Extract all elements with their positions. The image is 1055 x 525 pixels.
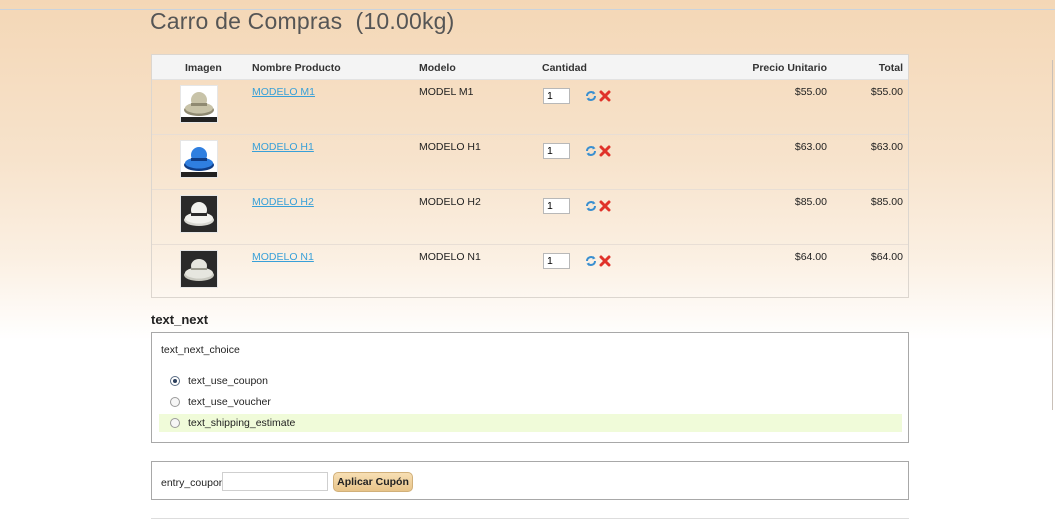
line-total: $55.00 xyxy=(870,86,903,98)
product-thumbnail[interactable] xyxy=(181,141,217,177)
right-divider xyxy=(1052,60,1053,410)
quantity-input[interactable] xyxy=(543,143,570,159)
remove-icon[interactable] xyxy=(599,200,611,212)
coupon-label: entry_coupon xyxy=(161,477,225,489)
option-label: text_use_voucher xyxy=(188,396,271,408)
column-header-unit-price: Precio Unitario xyxy=(752,62,827,74)
quantity-input[interactable] xyxy=(543,253,570,269)
cart-table: Imagen Nombre Producto Modelo Cantidad P… xyxy=(151,54,909,298)
quantity-input[interactable] xyxy=(543,88,570,104)
next-choice-label: text_next_choice xyxy=(161,344,240,356)
product-name-link[interactable]: MODELO N1 xyxy=(252,251,314,263)
column-header-image: Imagen xyxy=(185,62,222,74)
bottom-divider xyxy=(151,518,909,519)
column-header-model: Modelo xyxy=(419,62,456,74)
unit-price: $63.00 xyxy=(794,141,827,153)
product-model: MODELO H1 xyxy=(419,141,481,153)
column-header-total: Total xyxy=(878,62,903,74)
product-name-link[interactable]: MODELO H2 xyxy=(252,196,314,208)
radio-shipping-estimate[interactable] xyxy=(170,418,180,428)
column-header-name: Nombre Producto xyxy=(252,62,341,74)
option-label: text_use_coupon xyxy=(188,375,268,387)
apply-coupon-button[interactable]: Aplicar Cupón xyxy=(333,472,413,492)
unit-price: $85.00 xyxy=(794,196,827,208)
refresh-icon[interactable] xyxy=(585,255,597,267)
page-title: Carro de Compras (10.00kg) xyxy=(150,8,455,34)
unit-price: $64.00 xyxy=(794,251,827,263)
column-header-quantity: Cantidad xyxy=(542,62,587,74)
cart-table-header: Imagen Nombre Producto Modelo Cantidad P… xyxy=(152,55,908,80)
product-thumbnail[interactable] xyxy=(181,86,217,122)
product-model: MODELO N1 xyxy=(419,251,481,263)
table-row: MODELO M1 MODEL M1 $55.00 $55.00 xyxy=(152,80,908,135)
product-model: MODELO H2 xyxy=(419,196,481,208)
coupon-box: entry_coupon Aplicar Cupón xyxy=(151,461,909,500)
product-name-link[interactable]: MODELO H1 xyxy=(252,141,314,153)
option-label: text_shipping_estimate xyxy=(188,417,296,429)
remove-icon[interactable] xyxy=(599,255,611,267)
coupon-input[interactable] xyxy=(222,472,328,491)
line-total: $64.00 xyxy=(870,251,903,263)
product-thumbnail[interactable] xyxy=(181,196,217,232)
product-model: MODEL M1 xyxy=(419,86,474,98)
remove-icon[interactable] xyxy=(599,90,611,102)
unit-price: $55.00 xyxy=(794,86,827,98)
refresh-icon[interactable] xyxy=(585,200,597,212)
radio-use-voucher[interactable] xyxy=(170,397,180,407)
next-heading: text_next xyxy=(151,312,209,327)
line-total: $85.00 xyxy=(870,196,903,208)
radio-use-coupon[interactable] xyxy=(170,376,180,386)
refresh-icon[interactable] xyxy=(585,90,597,102)
table-row: MODELO H2 MODELO H2 $85.00 $85.00 xyxy=(152,190,908,245)
quantity-input[interactable] xyxy=(543,198,570,214)
remove-icon[interactable] xyxy=(599,145,611,157)
product-name-link[interactable]: MODELO M1 xyxy=(252,86,315,98)
table-row: MODELO N1 MODELO N1 $64.00 $64.00 xyxy=(152,245,908,299)
option-shipping-estimate[interactable]: text_shipping_estimate xyxy=(159,414,902,432)
next-choice-box: text_next_choice text_use_coupon text_us… xyxy=(151,332,909,443)
refresh-icon[interactable] xyxy=(585,145,597,157)
option-use-coupon[interactable]: text_use_coupon xyxy=(159,372,902,390)
table-row: MODELO H1 MODELO H1 $63.00 $63.00 xyxy=(152,135,908,190)
product-thumbnail[interactable] xyxy=(181,251,217,287)
line-total: $63.00 xyxy=(870,141,903,153)
option-use-voucher[interactable]: text_use_voucher xyxy=(159,393,902,411)
